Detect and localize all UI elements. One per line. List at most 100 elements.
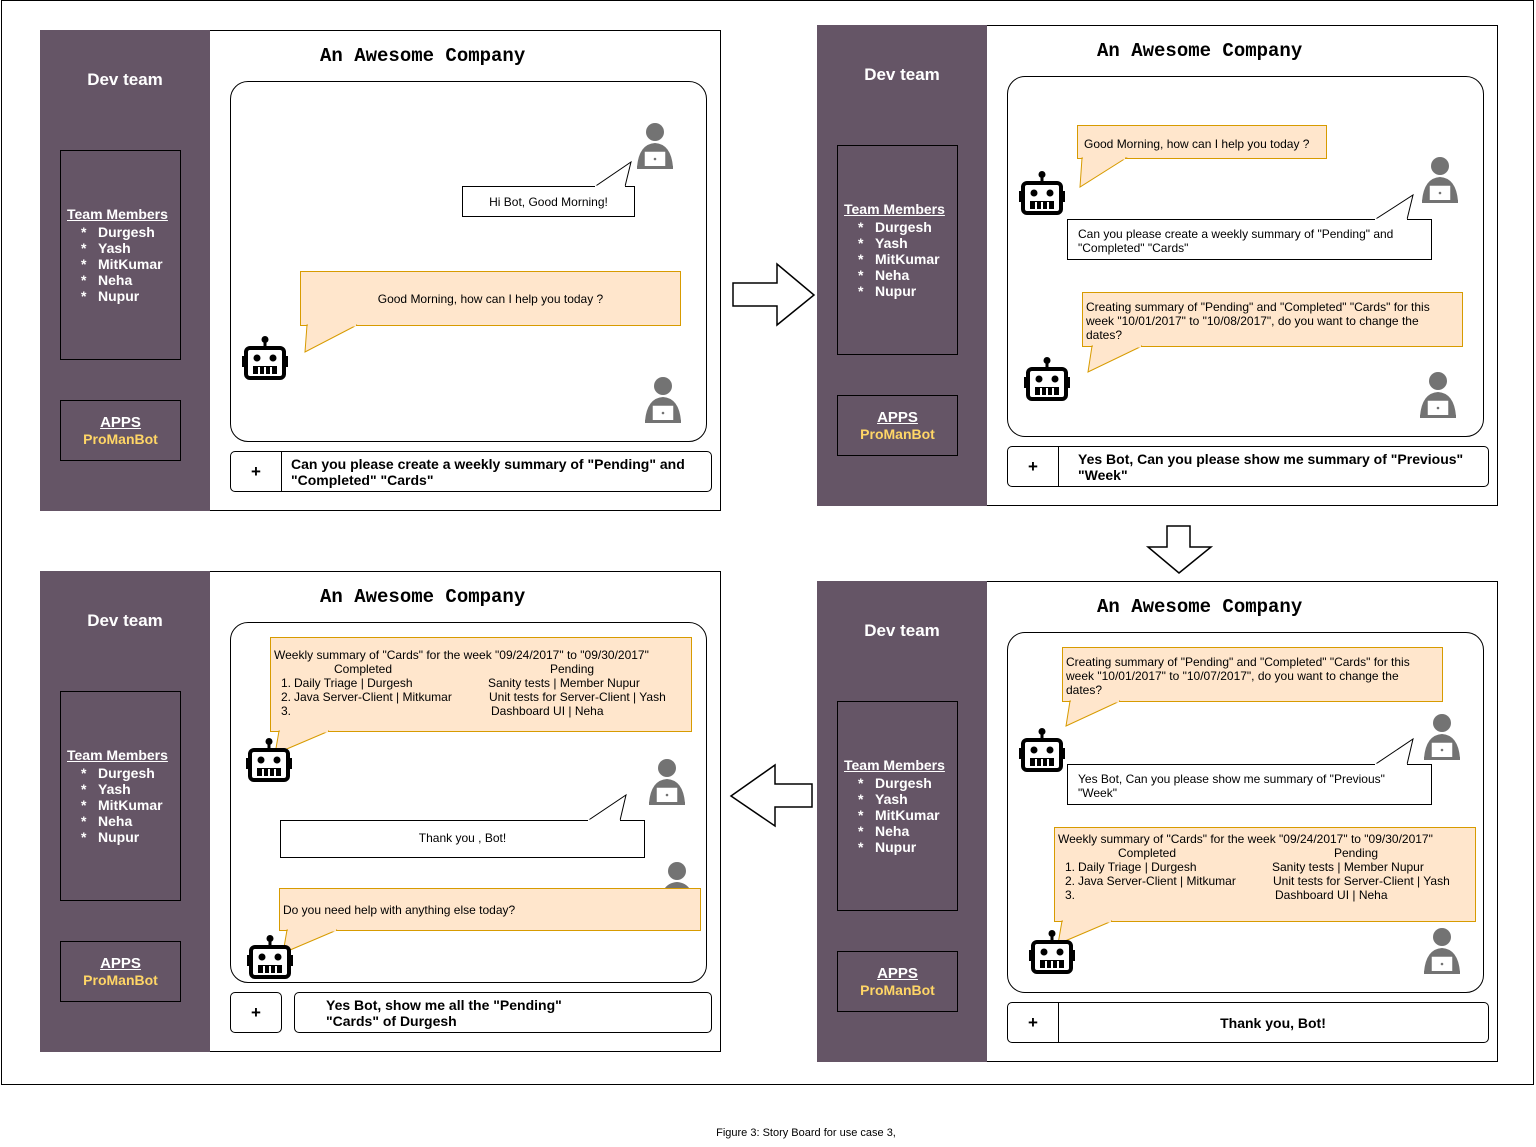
member-item[interactable]: Neha [81, 813, 163, 829]
member-item[interactable]: Durgesh [81, 765, 163, 781]
apps-heading[interactable]: APPS [838, 965, 957, 982]
member-item[interactable]: Nupur [858, 839, 940, 855]
robot-icon [246, 738, 292, 782]
completed-card: Java Server-Client | Mitkumar [294, 690, 452, 704]
robot-icon [1019, 171, 1065, 215]
user-message: Thank you , Bot! [280, 820, 645, 858]
message-input-text[interactable]: Yes Bot, Can you please show me summary … [1078, 451, 1478, 483]
summary-row: 2. Java Server-Client | Mitkumar Unit te… [274, 690, 688, 704]
team-members-heading[interactable]: Team Members [67, 206, 168, 222]
member-item[interactable]: MitKumar [81, 256, 163, 272]
apps-heading[interactable]: APPS [838, 409, 957, 426]
robot-icon [242, 336, 288, 380]
add-button-label[interactable]: + [231, 993, 281, 1032]
team-members-heading[interactable]: Team Members [844, 201, 945, 217]
chat-main: An Awesome Company Creating summary of "… [987, 581, 1498, 1062]
add-button[interactable]: + [1008, 1003, 1059, 1042]
company-title: An Awesome Company [320, 586, 526, 608]
user-laptop-icon [645, 377, 681, 423]
summary-row: 1. Daily Triage | Durgesh Sanity tests |… [1058, 860, 1472, 874]
message-input[interactable]: + Thank you, Bot! [1007, 1002, 1489, 1043]
robot-icon [1019, 728, 1065, 772]
summary-title: Weekly summary of "Cards" for the week "… [274, 648, 649, 662]
robot-icon [247, 935, 293, 979]
company-title: An Awesome Company [1097, 596, 1303, 618]
team-members-heading[interactable]: Team Members [67, 747, 168, 763]
apps-heading[interactable]: APPS [61, 955, 180, 972]
member-item[interactable]: Nupur [81, 829, 163, 845]
user-laptop-icon [1422, 157, 1458, 203]
team-members-list: Durgesh Yash MitKumar Neha Nupur [858, 219, 940, 299]
team-members-box: Team Members Durgesh Yash MitKumar Neha … [837, 145, 958, 355]
pending-card: Dashboard UI | Neha [1275, 888, 1388, 902]
sidebar-title: Dev team [87, 70, 163, 89]
user-laptop-icon [1424, 928, 1460, 974]
message-input-text[interactable]: Yes Bot, show me all the "Pending" "Card… [326, 997, 586, 1029]
member-item[interactable]: Neha [858, 267, 940, 283]
add-button[interactable]: + [231, 452, 282, 491]
apps-box: APPS ProManBot [837, 395, 958, 456]
member-item[interactable]: Yash [858, 235, 940, 251]
team-members-box: Team Members Durgesh Yash MitKumar Neha … [837, 701, 958, 911]
member-item[interactable]: Yash [858, 791, 940, 807]
team-members-list: Durgesh Yash MitKumar Neha Nupur [81, 765, 163, 845]
sidebar: Dev team Team Members Durgesh Yash MitKu… [40, 571, 210, 1052]
pending-heading: Pending [1334, 846, 1379, 860]
flow-arrow-left [729, 763, 813, 828]
figure-caption: Figure 3: Story Board for use case 3, [716, 1127, 896, 1139]
completed-heading: Completed [334, 662, 393, 676]
member-item[interactable]: Durgesh [81, 224, 163, 240]
member-item[interactable]: MitKumar [81, 797, 163, 813]
message-input-text[interactable]: Can you please create a weekly summary o… [291, 456, 701, 488]
flow-arrow-right [732, 262, 816, 327]
chat-window: Weekly summary of "Cards" for the week "… [230, 622, 707, 983]
storyboard-panel-2: Dev team Team Members Durgesh Yash MitKu… [817, 25, 1498, 506]
bot-message: Creating summary of "Pending" and "Compl… [1062, 647, 1443, 702]
speech-tail [586, 793, 627, 823]
speech-tail [304, 324, 358, 353]
user-message: Yes Bot, Can you please show me summary … [1067, 764, 1432, 805]
pending-heading: Pending [550, 662, 595, 676]
message-input[interactable]: Yes Bot, show me all the "Pending" "Card… [294, 992, 712, 1033]
team-members-heading[interactable]: Team Members [844, 757, 945, 773]
app-promanbot[interactable]: ProManBot [838, 426, 957, 442]
bot-summary-message: Weekly summary of "Cards" for the week "… [1054, 827, 1476, 922]
message-input[interactable]: + Can you please create a weekly summary… [230, 451, 712, 492]
completed-card: Java Server-Client | Mitkumar [1078, 874, 1236, 888]
member-item[interactable]: Neha [81, 272, 163, 288]
member-item[interactable]: Yash [81, 781, 163, 797]
member-item[interactable]: Nupur [81, 288, 163, 304]
app-promanbot[interactable]: ProManBot [838, 982, 957, 998]
sidebar-title: Dev team [864, 621, 940, 640]
row-number: 2. [281, 690, 292, 704]
pending-card: Sanity tests | Member Nupur [1272, 860, 1424, 874]
chat-window: Creating summary of "Pending" and "Compl… [1007, 632, 1484, 993]
chat-window: Good Morning, how can I help you today ?… [1007, 76, 1484, 437]
message-input-text[interactable]: Thank you, Bot! [1068, 1015, 1478, 1031]
apps-heading[interactable]: APPS [61, 414, 180, 431]
message-input[interactable]: + Yes Bot, Can you please show me summar… [1007, 446, 1489, 487]
robot-icon [1029, 930, 1075, 974]
sidebar-title: Dev team [87, 611, 163, 630]
member-item[interactable]: Durgesh [858, 775, 940, 791]
add-button[interactable]: + [230, 992, 282, 1033]
summary-headings: Completed Pending [274, 662, 688, 676]
user-message: Can you please create a weekly summary o… [1067, 219, 1432, 260]
member-item[interactable]: Durgesh [858, 219, 940, 235]
speech-tail [1373, 193, 1414, 222]
apps-box: APPS ProManBot [837, 951, 958, 1012]
app-promanbot[interactable]: ProManBot [61, 431, 180, 447]
row-number: 2. [1065, 874, 1076, 888]
completed-card: Daily Triage | Durgesh [294, 676, 413, 690]
member-item[interactable]: Neha [858, 823, 940, 839]
member-item[interactable]: MitKumar [858, 251, 940, 267]
member-item[interactable]: Nupur [858, 283, 940, 299]
speech-tail [1065, 700, 1121, 727]
member-item[interactable]: MitKumar [858, 807, 940, 823]
member-item[interactable]: Yash [81, 240, 163, 256]
user-laptop-icon [637, 123, 673, 169]
user-laptop-icon [649, 759, 685, 805]
app-promanbot[interactable]: ProManBot [61, 972, 180, 988]
chat-main: An Awesome Company Hi Bot, Good Morning!… [210, 30, 721, 511]
add-button[interactable]: + [1008, 447, 1059, 486]
